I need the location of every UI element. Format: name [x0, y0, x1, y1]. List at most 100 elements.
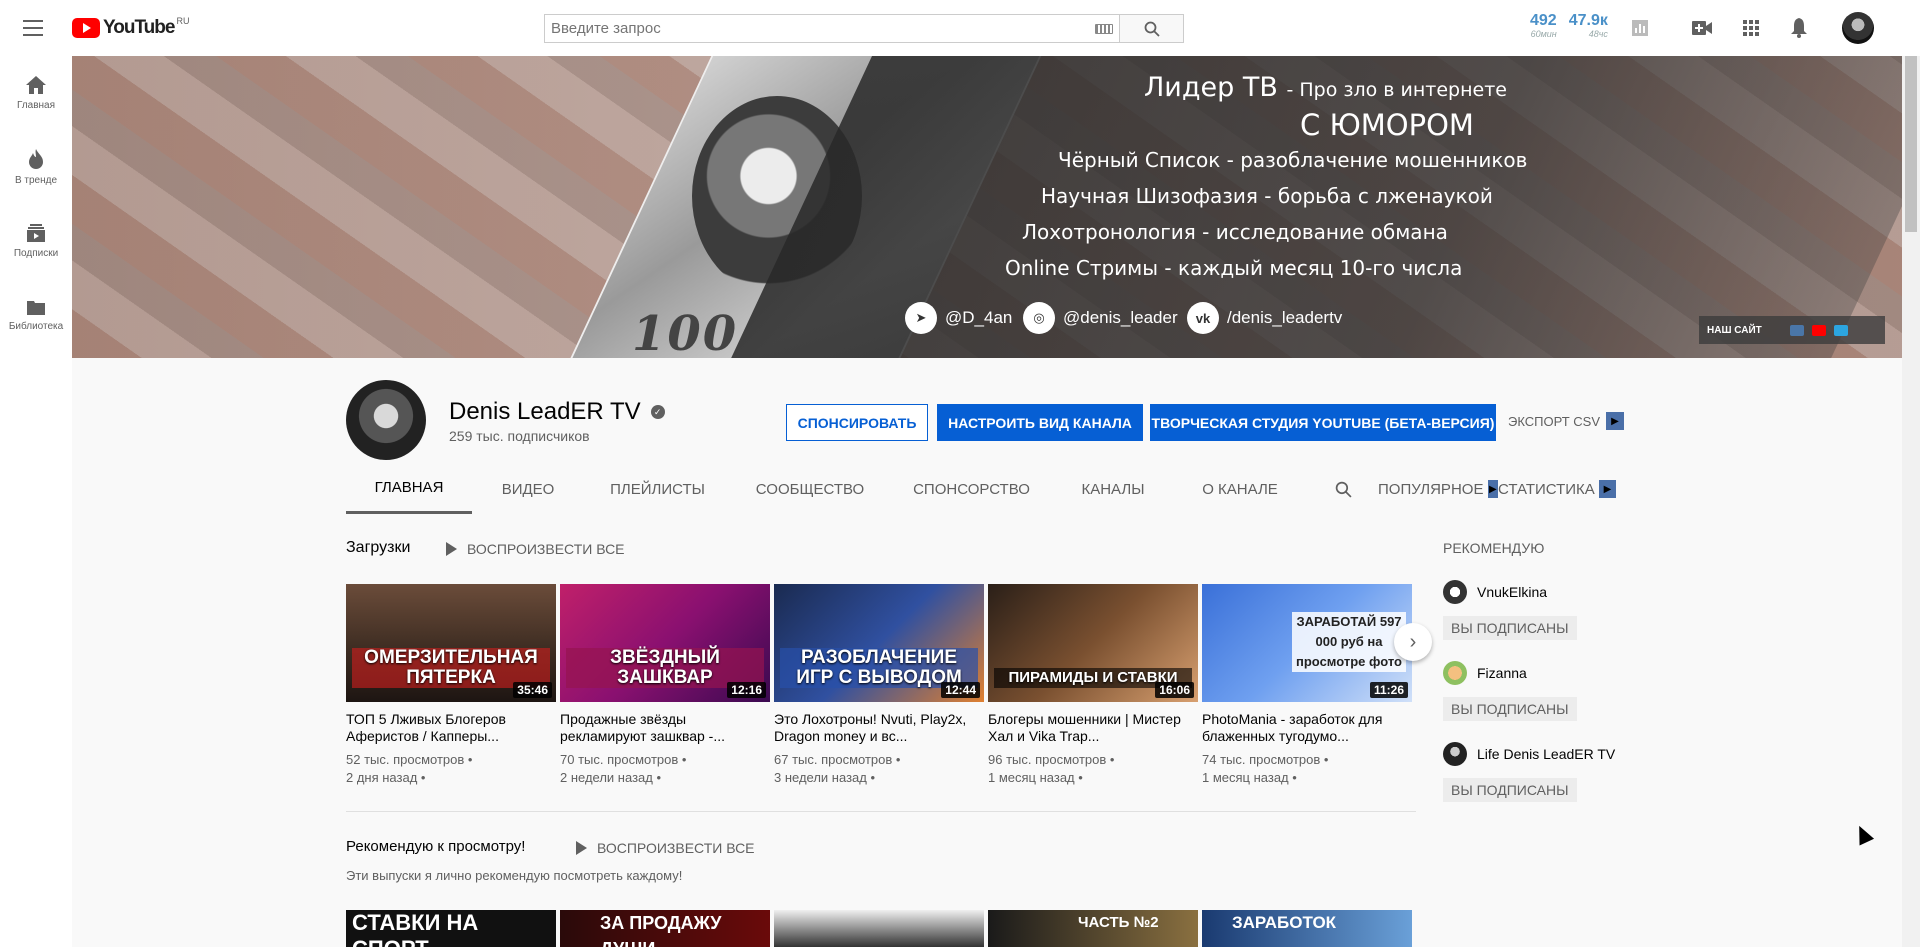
studio-button[interactable]: Творческая студия YouTube (бета-версия) [1150, 404, 1496, 441]
sidebar-item-library[interactable]: Библиотека [0, 278, 72, 352]
instagram-icon: ◎ [1023, 302, 1055, 334]
video-card[interactable]: ОМЕРЗИТЕЛЬНАЯ ПЯТЕРКА 35:46 ТОП 5 Лживых… [346, 584, 556, 787]
youtube-logo[interactable]: YouTube RU [72, 16, 189, 38]
home-icon [26, 75, 46, 94]
channel-avatar[interactable] [346, 380, 426, 460]
export-csv-button[interactable]: ЭКСПОРТ CSV ▶ [1508, 412, 1624, 430]
channel-search-icon[interactable] [1308, 464, 1378, 514]
recommended-play-all-button[interactable]: Воспроизвести все [576, 840, 755, 856]
our-site-link[interactable]: НАШ САЙТ [1707, 325, 1762, 336]
mouse-cursor-icon [1851, 822, 1875, 846]
video-thumbnail[interactable]: ЧАСТЬ №2 [988, 910, 1198, 947]
subscribed-button[interactable]: Вы подписаны [1443, 697, 1577, 721]
youtube-play-icon [72, 18, 100, 38]
vidiq-icon: ▶ [1487, 480, 1498, 498]
subscribed-button[interactable]: Вы подписаны [1443, 778, 1577, 802]
video-title[interactable]: Продажные звёзды рекламируют зашквар -..… [560, 711, 770, 745]
banner-title: Лидер ТВ - Про зло в интернете [1144, 72, 1507, 103]
banner-links: НАШ САЙТ [1699, 316, 1885, 344]
tab-popular[interactable]: Популярное ▶ [1378, 464, 1498, 514]
video-thumbnail[interactable]: ЗВЁЗДНЫЙ ЗАШКВАР 12:16 [560, 584, 770, 702]
featured-channel-name[interactable]: VnukElkina [1477, 584, 1547, 600]
featured-channel: Life Denis LeadER TV Вы подписаны [1443, 742, 1615, 802]
featured-channel-name[interactable]: Fizanna [1477, 665, 1527, 681]
video-thumbnail[interactable]: ПИРАМИДЫ И СТАВКИ 16:06 [988, 584, 1198, 702]
search-button[interactable] [1119, 14, 1184, 43]
video-thumbnail[interactable] [774, 910, 984, 947]
telegram-link-icon[interactable] [1833, 324, 1848, 336]
tab-about[interactable]: О канале [1172, 464, 1308, 514]
video-thumbnail[interactable]: ЗАРАБОТАЙ 597 000 руб на просмотре фото … [1202, 584, 1412, 702]
banner-social-telegram: ➤ @D_4an [905, 302, 1012, 334]
stat-60min: 492 60мин [1530, 12, 1557, 39]
banner-humor: С ЮМОРОМ [1300, 108, 1474, 142]
video-card[interactable]: РАЗОБЛАЧЕНИЕ ИГР С ВЫВОДОМ 12:44 Это Лох… [774, 584, 984, 787]
recommended-title[interactable]: Рекомендую к просмотру! [346, 838, 525, 855]
video-title[interactable]: PhotoMania - заработок для блаженных туг… [1202, 711, 1412, 745]
channel-banner: 100 Лидер ТВ - Про зло в интернете С ЮМО… [72, 56, 1902, 358]
subscriber-count: 259 тыс. подписчиков [449, 428, 590, 444]
video-title[interactable]: Это Лохотроны! Nvuti, Play2x, Dragon mon… [774, 711, 984, 745]
create-video-icon[interactable] [1690, 16, 1714, 40]
video-thumbnail[interactable]: ЗАРАБОТОК [1202, 910, 1412, 947]
stat-48h: 47.9к 48чс [1568, 12, 1608, 39]
featured-channel-name[interactable]: Life Denis LeadER TV [1477, 746, 1615, 762]
sidebar-item-home[interactable]: Главная [0, 56, 72, 130]
youtube-link-icon[interactable] [1811, 324, 1826, 336]
uploads-play-all-button[interactable]: Воспроизвести все [446, 541, 625, 557]
analytics-icon[interactable] [1628, 16, 1652, 40]
video-title[interactable]: Блогеры мошенники | Мистер Хал и Vika Tr… [988, 711, 1198, 745]
search-bar [544, 14, 1184, 43]
apps-icon[interactable] [1739, 16, 1763, 40]
banner-social-instagram: ◎ @denis_leader [1023, 302, 1178, 334]
sponsor-button[interactable]: Спонсировать [786, 404, 928, 441]
banner-line: Online Стримы - каждый месяц 10-го числа [1005, 256, 1463, 280]
search-box[interactable] [544, 14, 1119, 43]
video-card[interactable]: ЗВЁЗДНЫЙ ЗАШКВАР 12:16 Продажные звёзды … [560, 584, 770, 787]
tab-home[interactable]: Главная [346, 464, 472, 514]
top-bar: YouTube RU 492 60мин 47.9к 48чс [0, 0, 1920, 56]
page-scrollbar[interactable] [1902, 0, 1920, 947]
video-thumbnail[interactable]: ОМЕРЗИТЕЛЬНАЯ ПЯТЕРКА 35:46 [346, 584, 556, 702]
banner-line: Научная Шизофазия - борьба с лженаукой [1041, 184, 1493, 208]
realtime-stats: 492 60мин 47.9к 48чс [1530, 12, 1608, 39]
tab-community[interactable]: Сообщество [731, 464, 889, 514]
tab-statistics[interactable]: Статистика ▶ [1498, 464, 1616, 514]
video-title[interactable]: ТОП 5 Лживых Блогеров Аферистов / Каппер… [346, 711, 556, 745]
subscriptions-icon [27, 223, 45, 242]
channel-header: Denis LeadER TV ✓ 259 тыс. подписчиков С… [72, 358, 1902, 514]
video-thumbnail[interactable]: СТАВКИ НА СПОРТ [346, 910, 556, 947]
search-icon [1144, 21, 1160, 37]
chevron-right-icon: › [1409, 630, 1417, 653]
tab-videos[interactable]: Видео [472, 464, 584, 514]
channel-name: Denis LeadER TV ✓ [449, 398, 665, 426]
channel-avatar[interactable] [1443, 742, 1467, 766]
telegram-icon: ➤ [905, 302, 937, 334]
subscribed-button[interactable]: Вы подписаны [1443, 616, 1577, 640]
tab-playlists[interactable]: Плейлисты [584, 464, 731, 514]
keyboard-icon[interactable] [1095, 23, 1113, 34]
uploads-title[interactable]: Загрузки [346, 539, 410, 557]
video-meta: 70 тыс. просмотров • 2 недели назад • [560, 752, 687, 785]
carousel-next-button[interactable]: › [1394, 623, 1432, 661]
search-input[interactable] [551, 20, 1095, 37]
video-thumbnail[interactable]: РАЗОБЛАЧЕНИЕ ИГР С ВЫВОДОМ 12:44 [774, 584, 984, 702]
scrollbar-thumb[interactable] [1905, 56, 1917, 232]
channel-avatar[interactable] [1443, 580, 1467, 604]
recommended-description: Эти выпуски я лично рекомендую посмотрет… [346, 868, 683, 883]
notifications-icon[interactable] [1787, 16, 1811, 40]
customize-channel-button[interactable]: Настроить вид канала [937, 404, 1143, 441]
menu-icon[interactable] [23, 20, 43, 36]
sidebar-item-trending[interactable]: В тренде [0, 130, 72, 204]
sidebar-item-subscriptions[interactable]: Подписки [0, 204, 72, 278]
video-card[interactable]: ЗАРАБОТАЙ 597 000 руб на просмотре фото … [1202, 584, 1412, 787]
video-thumbnail[interactable]: ЗА ПРОДАЖУ ДУШИ [560, 910, 770, 947]
channel-avatar[interactable] [1443, 661, 1467, 685]
tab-channels[interactable]: Каналы [1054, 464, 1172, 514]
vk-link-icon[interactable] [1789, 324, 1804, 336]
library-icon [27, 300, 45, 315]
tab-sponsorship[interactable]: Спонсорство [889, 464, 1054, 514]
video-card[interactable]: ПИРАМИДЫ И СТАВКИ 16:06 Блогеры мошенник… [988, 584, 1198, 787]
bill-number: 100 [632, 306, 739, 358]
account-avatar[interactable] [1842, 12, 1874, 44]
